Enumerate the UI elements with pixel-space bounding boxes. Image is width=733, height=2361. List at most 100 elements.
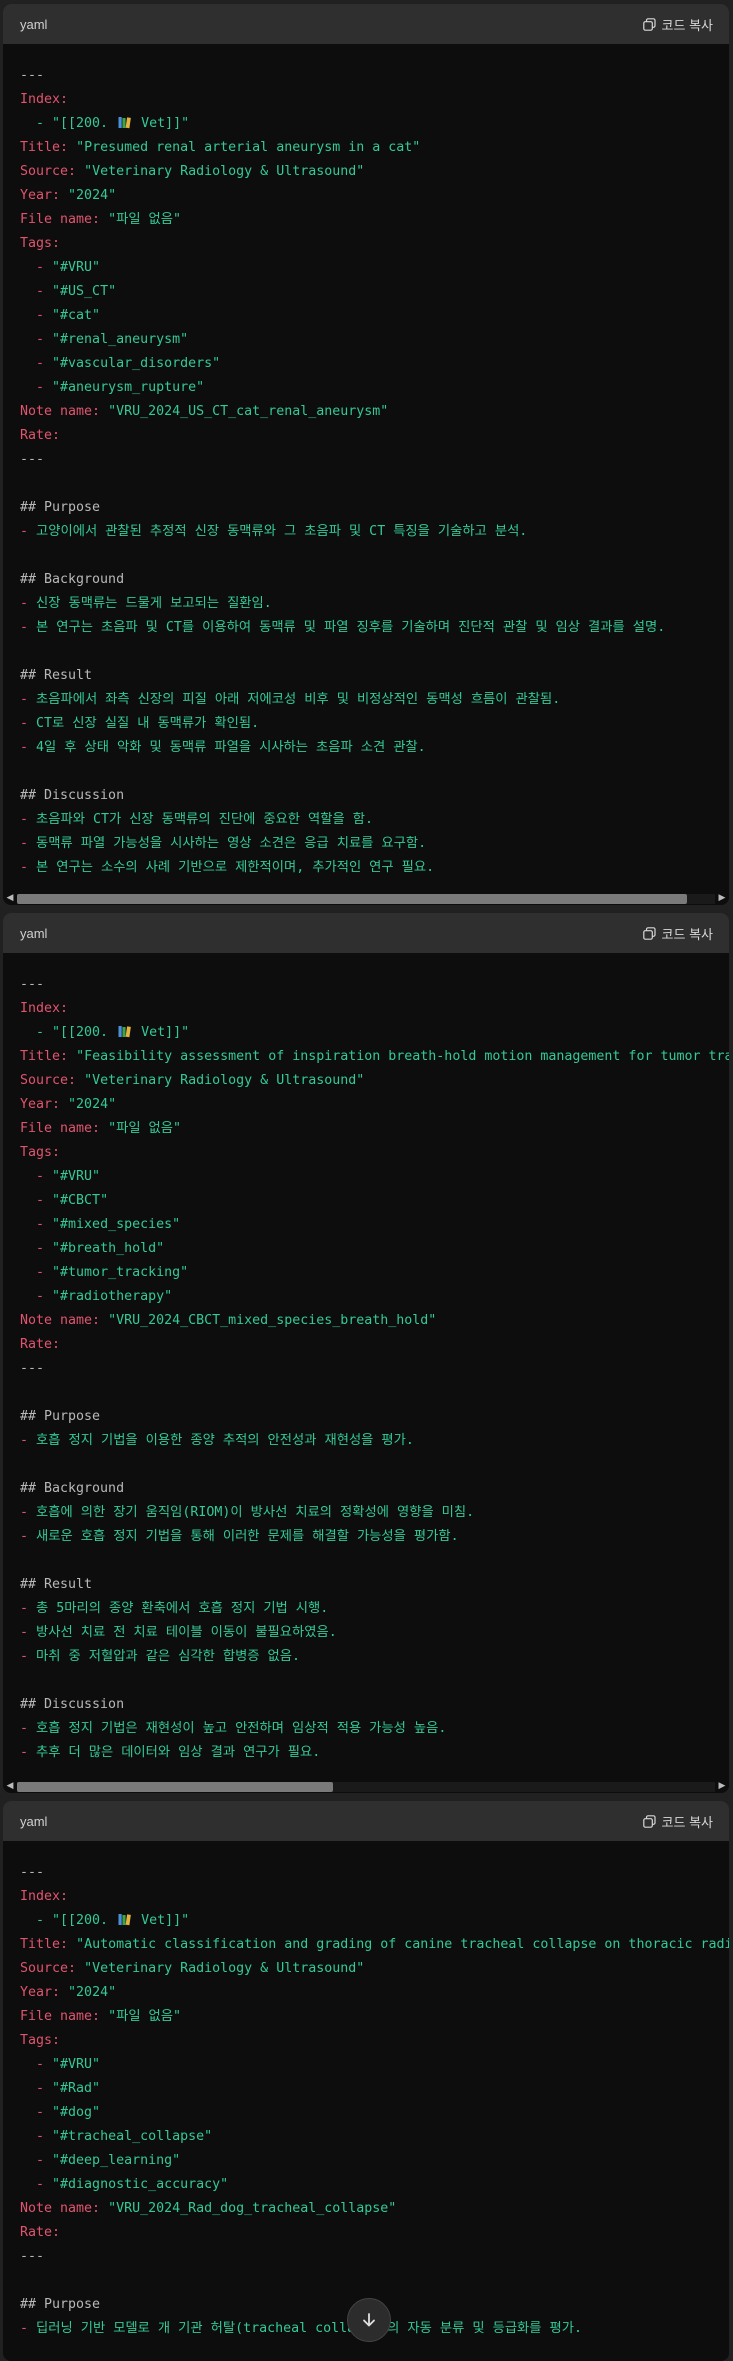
horizontal-scrollbar[interactable]: ◀ ▶ bbox=[3, 891, 729, 905]
tag-value: "#cat" bbox=[52, 308, 101, 323]
books-icon bbox=[118, 117, 131, 129]
bullet-line: - 새로운 호흡 정지 기법을 통해 이러한 문제를 해결할 가능성을 평가함. bbox=[20, 1529, 459, 1544]
front-matter-separator: --- bbox=[20, 68, 45, 83]
code-language-label: yaml bbox=[20, 16, 48, 32]
yaml-key: Year: bbox=[20, 1985, 61, 2000]
yaml-key: Source: bbox=[20, 1961, 77, 1976]
yaml-key: Note name: bbox=[20, 2201, 101, 2216]
horizontal-scrollbar[interactable]: ◀ ▶ bbox=[3, 1779, 729, 1793]
books-icon bbox=[118, 1026, 131, 1038]
tag-value: "#dog" bbox=[52, 2105, 101, 2120]
source-value: "Veterinary Radiology & Ultrasound" bbox=[84, 164, 365, 179]
scrollbar-thumb[interactable] bbox=[17, 1782, 333, 1792]
file-name-value: "파일 없음" bbox=[108, 2009, 182, 2024]
list-dash: - bbox=[20, 356, 53, 371]
bullet-line: - 신장 동맥류는 드물게 보고되는 질환임. bbox=[20, 596, 272, 611]
yaml-key: Tags: bbox=[20, 1145, 61, 1160]
tag-value: "#US_CT" bbox=[52, 284, 117, 299]
bullet-line: - 추후 더 많은 데이터와 임상 결과 연구가 필요. bbox=[20, 1745, 321, 1760]
scroll-right-icon[interactable]: ▶ bbox=[717, 892, 727, 904]
yaml-key: Tags: bbox=[20, 236, 61, 251]
list-dash: - bbox=[20, 1241, 53, 1256]
yaml-key: Title: bbox=[20, 1049, 69, 1064]
copy-icon bbox=[642, 1814, 656, 1828]
tag-value: "#VRU" bbox=[52, 260, 101, 275]
tag-value: "#VRU" bbox=[52, 1169, 101, 1184]
tag-value: "#aneurysm_rupture" bbox=[52, 380, 205, 395]
section-heading: ## Background bbox=[20, 572, 125, 587]
bullet-line: - 마취 중 저혈압과 같은 심각한 합병증 없음. bbox=[20, 1649, 301, 1664]
file-name-value: "파일 없음" bbox=[108, 212, 182, 227]
scroll-right-icon[interactable]: ▶ bbox=[717, 1780, 727, 1792]
yaml-key: Title: bbox=[20, 1937, 69, 1952]
copy-code-label: 코드 복사 bbox=[661, 1814, 713, 1830]
list-dash: - bbox=[20, 1193, 53, 1208]
year-value: "2024" bbox=[68, 1097, 117, 1112]
scroll-left-icon[interactable]: ◀ bbox=[5, 1780, 15, 1792]
yaml-key: Rate: bbox=[20, 428, 61, 443]
list-dash: - bbox=[20, 1217, 53, 1232]
arrow-down-icon bbox=[363, 2313, 375, 2327]
list-dash: - bbox=[20, 2081, 53, 2096]
bullet-line: - 고양이에서 관찰된 추정적 신장 동맥류와 그 초음파 및 CT 특징을 기… bbox=[20, 524, 528, 539]
source-value: "Veterinary Radiology & Ultrasound" bbox=[84, 1073, 365, 1088]
yaml-key: File name: bbox=[20, 1121, 101, 1136]
scrollbar-thumb[interactable] bbox=[17, 894, 687, 904]
books-icon bbox=[118, 1914, 131, 1926]
section-heading: ## Result bbox=[20, 668, 93, 683]
front-matter-separator: --- bbox=[20, 1865, 45, 1880]
yaml-key: Note name: bbox=[20, 404, 101, 419]
list-dash: - bbox=[20, 2177, 53, 2192]
bullet-line: - 호흡에 의한 장기 움직임(RIOM)이 방사선 치료의 정확성에 영향을 … bbox=[20, 1505, 475, 1520]
scroll-down-button[interactable] bbox=[347, 2298, 391, 2342]
note-name-value: "VRU_2024_US_CT_cat_renal_aneurysm" bbox=[108, 404, 389, 419]
copy-code-button[interactable]: 코드 복사 bbox=[642, 15, 713, 34]
code-block-header: yaml 코드 복사 bbox=[3, 913, 729, 953]
tag-value: "#renal_aneurysm" bbox=[52, 332, 189, 347]
section-heading: ## Result bbox=[20, 1577, 93, 1592]
code-block: yaml 코드 복사 --- Index: - "[[200. Vet]]" T… bbox=[3, 4, 729, 905]
tag-value: "#mixed_species" bbox=[52, 1217, 181, 1232]
bullet-line: - 호흡 정지 기법을 이용한 종양 추적의 안전성과 재현성을 평가. bbox=[20, 1433, 414, 1448]
list-dash: - bbox=[20, 2105, 53, 2120]
copy-code-label: 코드 복사 bbox=[661, 17, 713, 33]
code-content: --- Index: - "[[200. Vet]]" Title: "Pres… bbox=[3, 44, 729, 880]
list-dash: - bbox=[20, 284, 53, 299]
title-value: "Automatic classification and grading of… bbox=[76, 1937, 729, 1952]
section-heading: ## Purpose bbox=[20, 1409, 101, 1424]
tag-value: "#Rad" bbox=[52, 2081, 101, 2096]
scroll-left-icon[interactable]: ◀ bbox=[5, 892, 15, 904]
bullet-line: - 초음파와 CT가 신장 동맥류의 진단에 중요한 역할을 함. bbox=[20, 812, 373, 827]
code-language-label: yaml bbox=[20, 1813, 48, 1829]
front-matter-separator: --- bbox=[20, 1361, 45, 1376]
list-dash: - bbox=[20, 2129, 53, 2144]
yaml-key: File name: bbox=[20, 2009, 101, 2024]
yaml-key: Source: bbox=[20, 164, 77, 179]
index-value: - "[[200. Vet]]" bbox=[20, 116, 190, 131]
section-heading: ## Discussion bbox=[20, 1697, 125, 1712]
list-dash: - bbox=[20, 1169, 53, 1184]
tag-value: "#CBCT" bbox=[52, 1193, 109, 1208]
tag-value: "#diagnostic_accuracy" bbox=[52, 2177, 229, 2192]
list-dash: - bbox=[20, 2057, 53, 2072]
year-value: "2024" bbox=[68, 1985, 117, 2000]
yaml-key: Tags: bbox=[20, 2033, 61, 2048]
copy-code-button[interactable]: 코드 복사 bbox=[642, 924, 713, 943]
code-language-label: yaml bbox=[20, 925, 48, 941]
copy-code-button[interactable]: 코드 복사 bbox=[642, 1812, 713, 1831]
copy-icon bbox=[642, 926, 656, 940]
tag-value: "#tumor_tracking" bbox=[52, 1265, 189, 1280]
code-content: --- Index: - "[[200. Vet]]" Title: "Feas… bbox=[3, 953, 729, 1765]
code-block: yaml 코드 복사 --- Index: - "[[200. Vet]]" T… bbox=[3, 913, 729, 1793]
tag-value: "#vascular_disorders" bbox=[52, 356, 221, 371]
front-matter-separator: --- bbox=[20, 452, 45, 467]
section-heading: ## Discussion bbox=[20, 788, 125, 803]
section-heading: ## Purpose bbox=[20, 2297, 101, 2312]
yaml-key: Index: bbox=[20, 92, 69, 107]
list-dash: - bbox=[20, 1289, 53, 1304]
front-matter-separator: --- bbox=[20, 977, 45, 992]
bullet-line: - 호흡 정지 기법은 재현성이 높고 안전하며 임상적 적용 가능성 높음. bbox=[20, 1721, 447, 1736]
bullet-line: - 방사선 치료 전 치료 테이블 이동이 불필요하였음. bbox=[20, 1625, 337, 1640]
section-heading: ## Background bbox=[20, 1481, 125, 1496]
tag-value: "#radiotherapy" bbox=[52, 1289, 173, 1304]
